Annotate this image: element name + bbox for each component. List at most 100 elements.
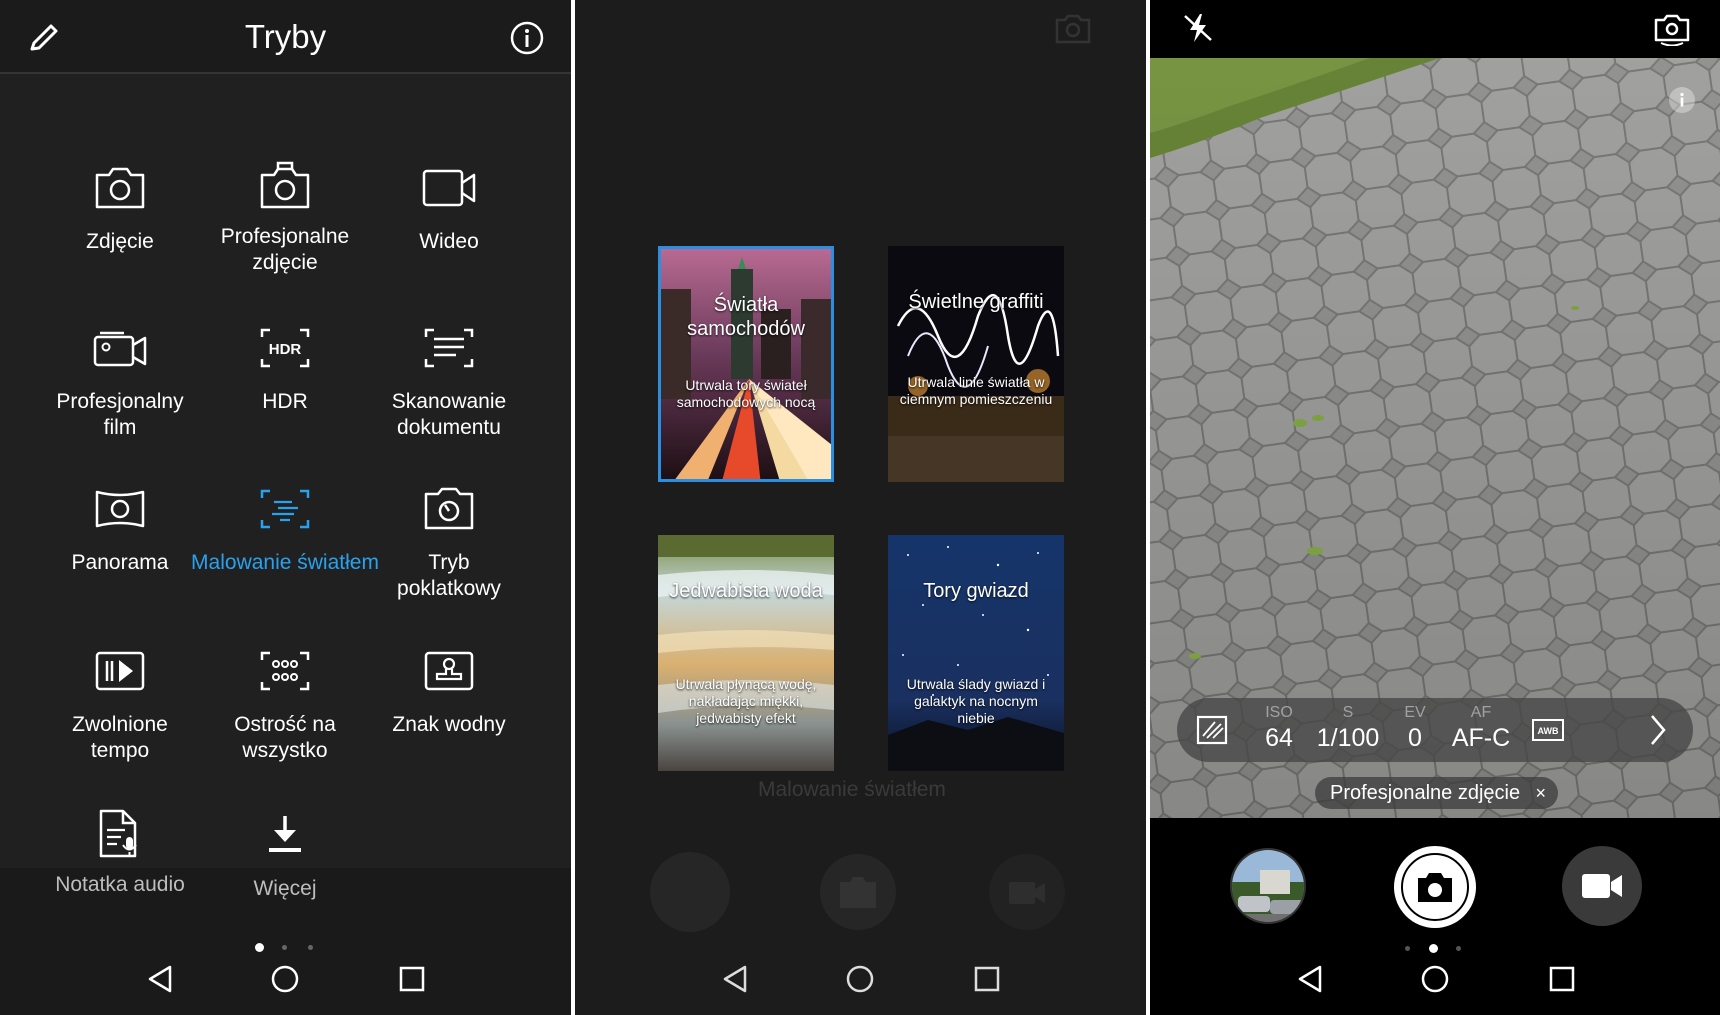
nav-bar — [1150, 947, 1720, 1015]
param-value: 1/100 — [1316, 724, 1380, 752]
param-name: AF — [1470, 704, 1492, 721]
mode-label: Więcej — [253, 877, 317, 900]
card-title: Tory gwiazd — [923, 580, 1029, 602]
card-title: Światła samochodów — [687, 294, 805, 340]
mode-chip-label: Profesjonalne zdjęcie — [1330, 782, 1521, 804]
effect-card-car-lights[interactable]: Światła samochodów Utrwala tory świateł … — [658, 246, 834, 482]
card-description: Utrwala tory świateł samochodowych nocą — [676, 377, 816, 410]
chevron-right-icon[interactable] — [1647, 712, 1669, 748]
param-value: 64 — [1265, 724, 1293, 752]
mode-document-scan[interactable]: Skanowanie dokumentu — [354, 325, 544, 441]
recents-icon[interactable] — [1542, 959, 1582, 999]
hdr-icon: HDR — [260, 328, 310, 368]
home-icon[interactable] — [265, 959, 305, 999]
metering-icon[interactable] — [1195, 714, 1229, 746]
light-graffiti-image — [888, 246, 1064, 482]
svg-text:AWB: AWB — [1538, 726, 1559, 736]
mode-label: Skanowanie dokumentu — [391, 390, 507, 439]
card-title: Jedwabista woda — [669, 580, 823, 602]
ev-setting[interactable]: EV 0 — [1397, 698, 1433, 753]
gallery-thumbnail[interactable] — [1230, 848, 1306, 924]
mode-chip[interactable]: Profesjonalne zdjęcie × — [1315, 777, 1558, 809]
switch-camera-icon — [1055, 14, 1091, 44]
shutter-button — [820, 854, 896, 930]
camera-icon — [1401, 853, 1469, 921]
download-icon — [269, 816, 301, 852]
card-title: Świetlne graffiti — [908, 291, 1044, 313]
gallery-thumbnail — [650, 852, 730, 932]
shutter-button[interactable] — [1394, 846, 1476, 928]
modes-header: Tryby — [0, 0, 571, 74]
svg-text:HDR: HDR — [269, 341, 302, 358]
mode-pro-photo[interactable]: Profesjonalne zdjęcie — [190, 160, 380, 276]
viewfinder[interactable]: ISO 64 S 1/100 EV 0 AF AF-C AWB Profesjo… — [1150, 58, 1720, 818]
home-icon[interactable] — [1415, 959, 1455, 999]
recents-icon[interactable] — [967, 959, 1007, 999]
mode-label: Wideo — [419, 230, 479, 253]
card-description: Utrwala płynącą wodę, nakładając miękki,… — [675, 676, 817, 726]
shutter-speed-setting[interactable]: S 1/100 — [1310, 698, 1386, 753]
mode-label: Znak wodny — [392, 713, 506, 736]
page-title: Tryby — [244, 18, 327, 55]
time-lapse-icon — [424, 487, 474, 530]
modes-screen: Tryby Zdjęcie Profesjonalne zdjęcie Wide… — [0, 0, 571, 1015]
mode-watermark[interactable]: Znak wodny — [354, 648, 544, 738]
recents-icon[interactable] — [392, 959, 432, 999]
param-name: EV — [1404, 704, 1426, 721]
mode-label: HDR — [262, 390, 308, 413]
home-icon[interactable] — [840, 959, 880, 999]
mode-label: Panorama — [71, 551, 169, 574]
mode-all-focus[interactable]: Ostrość na wszystko — [190, 648, 380, 764]
close-icon[interactable]: × — [1535, 777, 1546, 809]
mode-light-painting[interactable]: Malowanie światłem — [190, 486, 380, 576]
info-icon[interactable] — [507, 18, 547, 58]
all-focus-icon — [260, 651, 310, 691]
nav-bar — [0, 947, 571, 1015]
mode-panorama[interactable]: Panorama — [25, 486, 215, 576]
back-icon[interactable] — [1290, 959, 1330, 999]
pro-camera-icon — [260, 161, 310, 209]
af-setting[interactable]: AF AF-C — [1447, 698, 1515, 753]
iso-setting[interactable]: ISO 64 — [1257, 698, 1301, 753]
effect-card-light-graffiti[interactable]: Świetlne graffiti Utrwala linie światła … — [888, 246, 1064, 482]
mode-more[interactable]: Więcej — [190, 812, 380, 902]
camera-icon — [95, 167, 145, 209]
switch-camera-icon[interactable] — [1652, 10, 1692, 46]
star-trails-image — [888, 535, 1064, 771]
flash-off-icon[interactable] — [1180, 10, 1216, 46]
mode-label: Zwolnione tempo — [72, 713, 168, 762]
back-icon[interactable] — [715, 959, 755, 999]
mode-hdr[interactable]: HDR HDR — [190, 325, 380, 415]
silky-water-image — [658, 535, 834, 771]
video-icon — [1582, 874, 1622, 898]
mode-label: Profesjonalne zdjęcie — [220, 225, 350, 274]
video-record-button[interactable] — [1562, 846, 1642, 926]
back-icon[interactable] — [140, 959, 180, 999]
effect-card-star-trails[interactable]: Tory gwiazd Utrwala ślady gwiazd i galak… — [888, 535, 1064, 771]
param-value: 0 — [1408, 724, 1422, 752]
light-painting-screen: Malowanie światłem Światła samochodów Ut… — [575, 0, 1146, 1015]
background-mode-label: Malowanie światłem — [758, 778, 946, 801]
pro-settings-bar: ISO 64 S 1/100 EV 0 AF AF-C AWB — [1177, 698, 1693, 762]
mode-slow-motion[interactable]: Zwolnione tempo — [25, 648, 215, 764]
mode-video[interactable]: Wideo — [354, 165, 544, 255]
param-value: AF-C — [1451, 724, 1511, 752]
mode-label: Malowanie światłem — [191, 551, 379, 574]
mode-audio-note[interactable]: Notatka audio — [25, 808, 215, 898]
effect-card-silky-water[interactable]: Jedwabista woda Utrwala płynącą wodę, na… — [658, 535, 834, 771]
pro-video-icon — [93, 331, 147, 367]
card-description: Utrwala ślady gwiazd i galaktyk na nocny… — [906, 676, 1046, 726]
mode-photo[interactable]: Zdjęcie — [25, 165, 215, 255]
pro-camera-screen: ISO 64 S 1/100 EV 0 AF AF-C AWB Profesjo… — [1150, 0, 1720, 1015]
mode-time-lapse[interactable]: Tryb poklatkowy — [354, 486, 544, 602]
info-icon[interactable] — [1668, 86, 1696, 114]
nav-bar — [575, 947, 1146, 1015]
white-balance-icon[interactable]: AWB — [1531, 714, 1569, 746]
mode-label: Notatka audio — [55, 873, 185, 896]
watermark-icon — [424, 651, 474, 691]
mode-label: Ostrość na wszystko — [234, 713, 336, 762]
gallery-thumbnail-image — [1232, 850, 1304, 922]
card-description: Utrwala linie światła w ciemnym pomieszc… — [899, 374, 1053, 407]
param-name: S — [1342, 704, 1354, 721]
mode-pro-video[interactable]: Profesjonalny film — [25, 325, 215, 441]
